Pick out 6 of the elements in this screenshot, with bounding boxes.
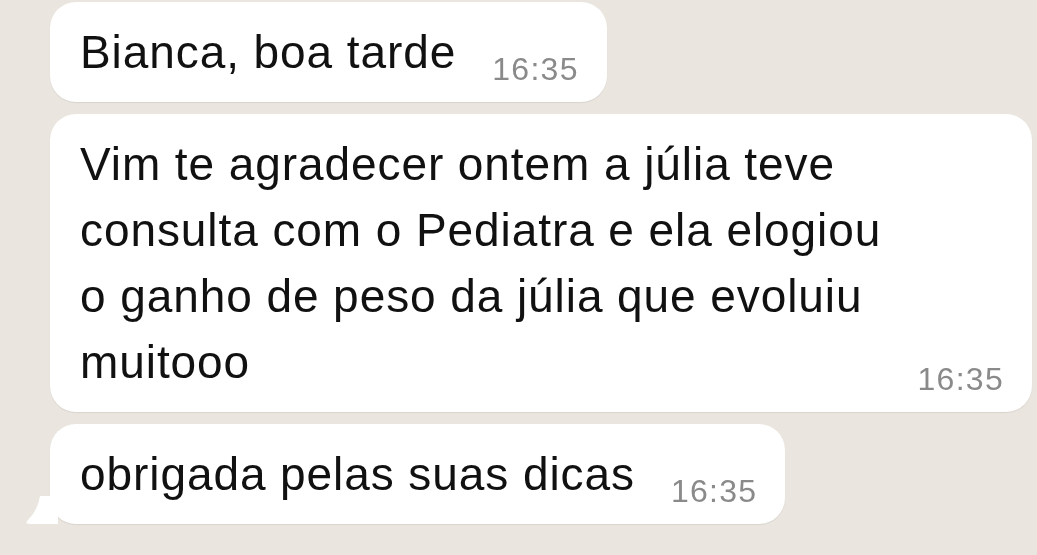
- message-time: 16:35: [492, 50, 579, 89]
- message-time: 16:35: [917, 360, 1004, 399]
- message-text: Bianca, boa tarde: [80, 25, 457, 80]
- message-text: obrigada pelas suas dicas: [80, 447, 635, 502]
- message-time: 16:35: [670, 472, 758, 511]
- message-text: Vim te agradecer ontem a júlia teve consulta com o Pediatra e ela elogiou o ganho de peso da júlia que evoluiu muitooo: [80, 137, 882, 390]
